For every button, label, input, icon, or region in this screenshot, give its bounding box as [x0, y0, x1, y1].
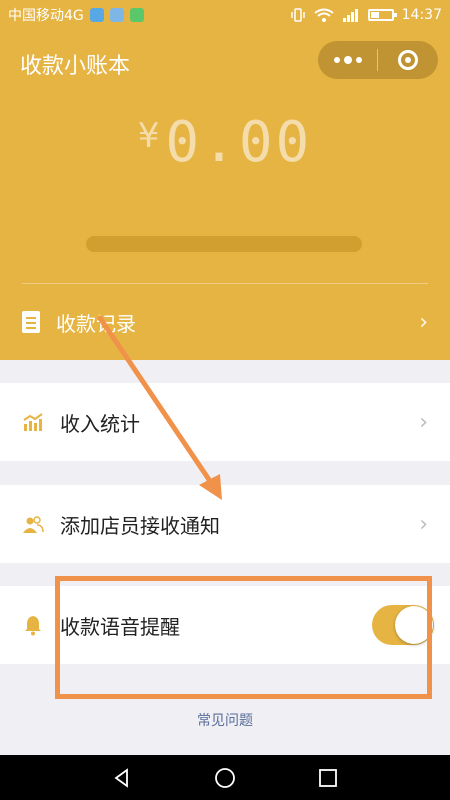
- system-nav-bar: [0, 755, 450, 800]
- more-dot-icon: [355, 57, 362, 63]
- more-dot-icon: [333, 57, 340, 63]
- placeholder-bar: [86, 236, 362, 252]
- faq-link[interactable]: 常见问题: [0, 710, 450, 730]
- home-button[interactable]: [213, 766, 237, 790]
- income-stats-label: 收入统计: [60, 411, 140, 436]
- mini-program-capsule: [318, 41, 438, 79]
- amount-display: ¥0.00: [0, 110, 450, 175]
- header: 收款小账本 ¥0.00 收款记录 ›: [0, 30, 450, 360]
- chevron-right-icon: ›: [419, 409, 428, 435]
- record-label: 收款记录: [56, 311, 136, 336]
- recents-button[interactable]: [316, 766, 340, 790]
- people-icon: [22, 513, 44, 535]
- battery-icon: [367, 9, 397, 21]
- message-notification-icon: [129, 8, 144, 22]
- add-staff-row[interactable]: 添加店员接收通知 ›: [0, 485, 450, 563]
- wifi-icon: [314, 8, 334, 22]
- vibrate-icon: [290, 8, 306, 22]
- chevron-right-icon: ›: [419, 309, 428, 335]
- document-icon: [22, 311, 40, 333]
- gallery-notification-icon: [109, 8, 124, 22]
- bar-chart-icon: [22, 411, 44, 433]
- currency-symbol: ¥: [137, 116, 160, 156]
- more-dot-icon: [343, 56, 352, 64]
- chevron-right-icon: ›: [419, 511, 428, 537]
- close-target-icon: [398, 50, 418, 70]
- bell-icon: [22, 614, 44, 636]
- annotation-highlight-box: [55, 576, 432, 699]
- more-button[interactable]: [318, 41, 377, 79]
- back-button[interactable]: [110, 766, 134, 790]
- add-staff-label: 添加店员接收通知: [60, 513, 220, 538]
- app-notification-icon: [89, 8, 104, 22]
- carrier-label: 中国移动4G: [8, 8, 84, 24]
- income-stats-row[interactable]: 收入统计 ›: [0, 383, 450, 461]
- clock: 14:37: [401, 7, 442, 23]
- amount-value: 0.00: [165, 110, 313, 175]
- page-title: 收款小账本: [20, 54, 131, 79]
- status-bar: 中国移动4G 14:37: [0, 0, 450, 30]
- close-button[interactable]: [378, 41, 438, 79]
- record-row[interactable]: 收款记录 ›: [0, 284, 450, 360]
- signal-icon: [342, 8, 360, 22]
